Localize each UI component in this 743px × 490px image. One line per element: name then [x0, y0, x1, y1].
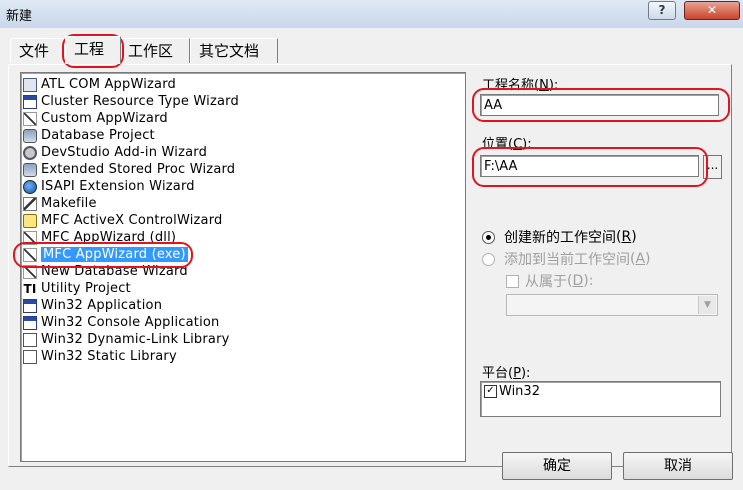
create-new-workspace-radio[interactable]: 创建新的工作空间(R)	[482, 227, 637, 247]
list-item[interactable]: Database Project	[23, 127, 155, 144]
list-item[interactable]: MFC AppWizard (dll)	[23, 229, 176, 246]
list-item[interactable]: TI Utility Project	[23, 280, 131, 297]
project-name-label: 工程名称(N):	[482, 78, 559, 93]
database-icon	[23, 128, 37, 143]
ok-button[interactable]: 确定	[502, 452, 612, 480]
create-new-mnemonic: R	[621, 229, 632, 245]
new-database-icon	[23, 264, 37, 279]
dependency-mnemonic: D	[572, 273, 584, 289]
platform-mnemonic: P	[513, 366, 521, 381]
create-new-workspace-label: 创建新的工作空间	[504, 230, 616, 246]
list-item[interactable]: Win32 Application	[23, 297, 162, 314]
stored-proc-icon	[23, 162, 37, 177]
static-lib-icon	[23, 349, 37, 364]
project-name-input[interactable]: AA	[480, 94, 719, 116]
radio-selected-icon	[482, 230, 495, 244]
list-item[interactable]: ISAPI Extension Wizard	[23, 178, 195, 195]
window-title: 新建	[6, 9, 33, 24]
location-input[interactable]: F:\AA	[480, 155, 699, 177]
help-button[interactable]: ?	[648, 1, 676, 20]
tab-files[interactable]: 文件	[10, 38, 66, 63]
platform-label: 平台(P):	[482, 366, 531, 381]
chevron-down-icon: ▼	[698, 296, 716, 314]
project-type-list[interactable]: ATL COM AppWizard Cluster Resource Type …	[20, 72, 466, 462]
list-item[interactable]: New Database Wizard	[23, 263, 188, 280]
dll-icon	[23, 332, 37, 347]
dependency-label: 从属于	[525, 274, 567, 290]
atl-com-icon	[23, 77, 37, 92]
mfc-exe-icon	[23, 247, 37, 262]
addin-wizard-icon	[23, 145, 37, 160]
add-to-workspace-mnemonic: A	[635, 251, 646, 267]
cluster-resource-icon	[23, 94, 37, 109]
dependency-combo: ▼	[506, 294, 718, 316]
list-item-selected[interactable]: MFC AppWizard (exe)	[23, 246, 188, 263]
dependency-checkbox: 从属于(D):	[506, 271, 593, 291]
add-to-workspace-label: 添加到当前工作空间	[504, 252, 630, 268]
checkmark-icon[interactable]: ✓	[484, 385, 497, 398]
tab-workspaces[interactable]: 工作区	[119, 38, 190, 63]
list-item[interactable]: Win32 Static Library	[23, 348, 177, 365]
makefile-icon	[23, 196, 37, 211]
list-item[interactable]: Win32 Dynamic-Link Library	[23, 331, 230, 348]
activex-key-icon	[23, 213, 37, 228]
list-item[interactable]: DevStudio Add-in Wizard	[23, 144, 207, 161]
cancel-button[interactable]: 取消	[623, 452, 733, 480]
platform-item[interactable]: ✓ Win32	[484, 384, 540, 399]
location-label-text: 位置	[482, 137, 509, 152]
console-app-icon	[23, 315, 37, 330]
add-to-workspace-radio: 添加到当前工作空间(A)	[482, 249, 651, 269]
utility-icon: TI	[23, 281, 37, 296]
title-bar: 新建 ? ✕	[0, 0, 743, 28]
platform-list[interactable]: ✓ Win32	[480, 381, 721, 417]
checkbox-icon	[506, 274, 519, 288]
list-item[interactable]: ATL COM AppWizard	[23, 76, 176, 93]
tab-other-documents[interactable]: 其它文档	[190, 38, 278, 63]
tab-projects[interactable]: 工程	[65, 36, 121, 64]
custom-wizard-icon	[23, 111, 37, 126]
win32-app-icon	[23, 298, 37, 313]
location-mnemonic: C	[513, 137, 523, 152]
list-item[interactable]: Makefile	[23, 195, 97, 212]
platform-label-text: 平台	[482, 366, 509, 381]
list-item[interactable]: Extended Stored Proc Wizard	[23, 161, 235, 178]
list-item[interactable]: MFC ActiveX ControlWizard	[23, 212, 222, 229]
list-item[interactable]: Custom AppWizard	[23, 110, 168, 127]
globe-icon	[23, 179, 37, 194]
list-item[interactable]: Win32 Console Application	[23, 314, 219, 331]
platform-item-label: Win32	[499, 384, 540, 399]
project-name-mnemonic: N	[539, 78, 549, 93]
close-button[interactable]: ✕	[684, 1, 740, 20]
browse-button[interactable]: ...	[703, 155, 722, 179]
mfc-dll-icon	[23, 230, 37, 245]
list-item[interactable]: Cluster Resource Type Wizard	[23, 93, 239, 110]
project-name-label-text: 工程名称	[482, 78, 535, 93]
location-label: 位置(C):	[482, 137, 532, 152]
radio-unselected-icon	[482, 252, 495, 266]
